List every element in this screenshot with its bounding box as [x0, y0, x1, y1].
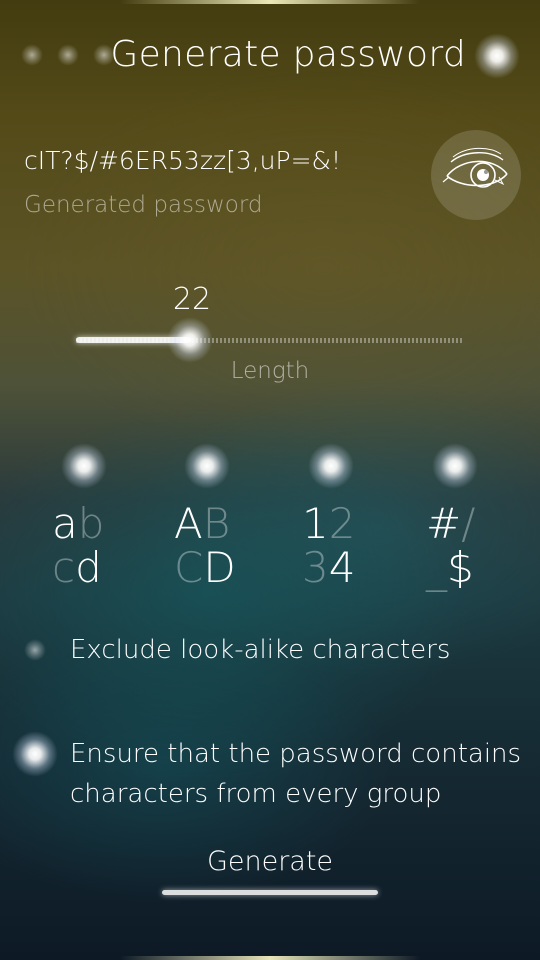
every-group-label: Ensure that the password contains charac…	[70, 734, 521, 814]
group-char: 4	[328, 543, 356, 592]
generate-button-underline	[162, 890, 378, 895]
menu-dot-icon	[57, 44, 79, 66]
group-char: $	[447, 543, 474, 592]
group-char: C	[174, 543, 204, 592]
menu-dot-icon	[21, 44, 43, 66]
lowercase-group-toggle[interactable]: ab cd	[52, 502, 172, 590]
group-char: B	[202, 499, 231, 548]
group-char: a	[52, 499, 78, 548]
page-header-glow-icon	[474, 33, 520, 79]
digits-group-toggle[interactable]: 12 34	[302, 502, 422, 590]
digits-toggle-indicator	[308, 443, 354, 489]
symbols-toggle-indicator	[432, 443, 478, 489]
group-char: _	[426, 543, 447, 592]
generated-password-value[interactable]: cIT?$/#6ER53zz[3,uP=&!	[24, 146, 341, 175]
every-group-label-line2: characters from every group	[70, 779, 442, 809]
group-char: D	[203, 543, 236, 592]
page-title: Generate password	[110, 34, 466, 75]
group-char: 3	[302, 543, 329, 592]
group-char: /	[461, 499, 476, 548]
group-char: c	[52, 543, 76, 592]
length-value: 22	[172, 282, 212, 317]
group-char: 1	[302, 499, 329, 548]
length-label: Length	[230, 358, 310, 384]
lowercase-toggle-indicator	[61, 443, 107, 489]
exclude-lookalike-label: Exclude look-alike characters	[70, 635, 451, 665]
group-char: 2	[328, 499, 356, 548]
generate-button-label: Generate	[206, 846, 334, 877]
uppercase-toggle-indicator	[184, 443, 230, 489]
bottom-edge-glow	[120, 956, 420, 960]
switch-indicator-off	[24, 639, 46, 661]
eye-icon	[442, 147, 508, 188]
symbols-group-toggle[interactable]: #/ _$	[426, 502, 540, 590]
group-char: A	[174, 499, 203, 548]
every-group-label-line1: Ensure that the password contains	[70, 739, 522, 769]
group-char: #	[426, 499, 462, 548]
generated-password-label: Generated password	[24, 192, 263, 218]
show-password-button[interactable]	[431, 130, 521, 220]
top-edge-glow	[120, 0, 420, 4]
uppercase-group-toggle[interactable]: AB CD	[174, 502, 294, 590]
switch-indicator-on	[12, 731, 58, 777]
group-char: b	[77, 499, 105, 548]
group-char: d	[75, 543, 102, 592]
length-slider-handle[interactable]	[167, 317, 213, 363]
